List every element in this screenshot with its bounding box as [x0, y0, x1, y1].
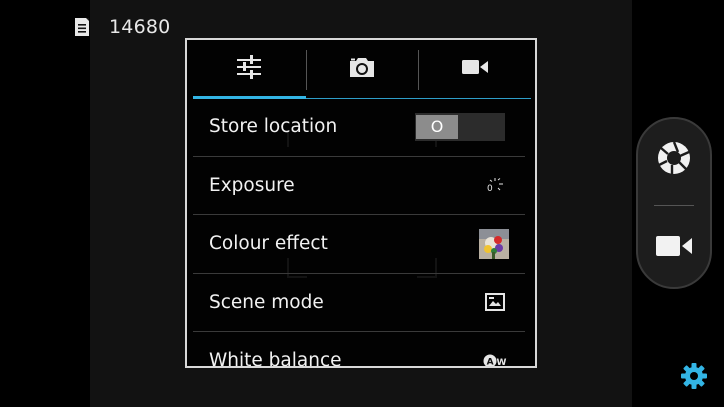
settings-button[interactable] [678, 362, 710, 394]
setting-colour-effect[interactable]: Colour effect [193, 215, 525, 274]
tab-video-settings[interactable] [418, 40, 531, 98]
setting-store-location[interactable]: Store location O [193, 98, 525, 157]
setting-label: Store location [209, 116, 338, 138]
setting-label: Colour effect [209, 233, 328, 255]
remaining-photos-count: 14680 [109, 16, 171, 38]
colour-effect-thumbnail [479, 228, 509, 259]
camera-screen: 14680 Store location O Exposure 0 Colour… [0, 0, 724, 407]
camera-icon [348, 56, 376, 82]
exposure-value: 0 [487, 184, 493, 194]
setting-label: White balance [209, 350, 342, 368]
shutter-icon [656, 140, 692, 180]
sd-card-icon [72, 17, 92, 37]
setting-scene-mode[interactable]: Scene mode [193, 274, 525, 332]
svg-text:W: W [497, 358, 507, 368]
capture-controls [636, 117, 712, 289]
video-camera-icon [461, 58, 489, 80]
setting-label: Exposure [209, 174, 295, 196]
settings-tabs [193, 40, 531, 99]
svg-text:A: A [487, 357, 494, 367]
panel-divider [654, 205, 694, 206]
sliders-icon [236, 54, 262, 84]
setting-exposure[interactable]: Exposure 0 [193, 157, 525, 215]
toggle-off-text: O [430, 117, 444, 137]
gear-icon [680, 362, 708, 394]
white-balance-auto-icon: A W [483, 353, 507, 368]
setting-white-balance[interactable]: White balance A W [193, 332, 525, 368]
settings-popup: Store location O Exposure 0 Colour effec… [185, 38, 537, 368]
exposure-icon: 0 [485, 175, 505, 195]
tab-camera-settings[interactable] [305, 40, 419, 98]
setting-label: Scene mode [209, 291, 324, 313]
scene-mode-icon [485, 293, 505, 312]
video-mode-button[interactable] [638, 213, 710, 283]
video-camera-icon [654, 234, 694, 262]
toggle-thumb: O [416, 114, 458, 139]
shutter-button[interactable] [638, 125, 710, 195]
storage-indicator: 14680 [72, 16, 170, 38]
tab-general-settings[interactable] [193, 40, 306, 99]
store-location-toggle[interactable]: O [415, 112, 505, 141]
settings-list: Store location O Exposure 0 Colour effec… [193, 98, 525, 368]
